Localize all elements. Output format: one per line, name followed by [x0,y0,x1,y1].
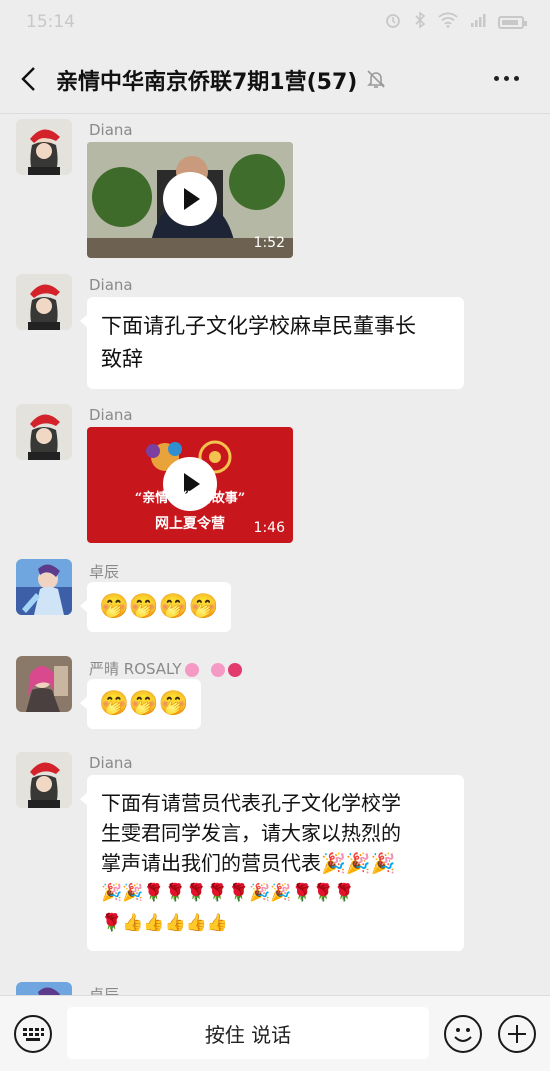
sender-name: Diana [89,121,133,139]
more-functions-button[interactable] [498,1015,536,1053]
chat-area[interactable]: Diana 1:52 Diana 下面请孔子文化学校麻卓民董事长 致辞 Dian… [0,115,550,995]
sender-name: Diana [89,406,133,424]
avatar[interactable] [16,656,72,712]
emoji-laughing-icon: 🤭 [158,689,189,717]
emoji-laughing-icon: 🤭 [128,592,159,620]
message-text-line: 🌹👍👍👍👍👍 [101,913,229,933]
emoji-laughing-icon: 🤭 [188,592,219,620]
emoji-button[interactable] [444,1015,482,1053]
avatar[interactable] [16,274,72,330]
sender-name: 卓辰 [89,563,120,581]
chat-title: 亲情中华南京侨联7期1营(57) [56,70,358,95]
message-text-line: 下面有请营员代表孔子文化学校学 [101,791,401,815]
more-dot-icon [494,75,499,81]
video-banner-line: “亲情中华 讲故事” [134,491,246,506]
smiley-icon [454,1028,472,1042]
back-button[interactable] [14,62,44,96]
signal-icon [470,12,486,33]
more-dot-icon [504,75,509,81]
sender-name: 卓辰 [89,986,120,995]
video-message[interactable]: 1:52 [87,142,293,258]
bluetooth-icon [414,11,426,34]
play-icon[interactable] [163,172,217,226]
sender-name: Diana [89,276,133,294]
wifi-icon [438,12,458,33]
input-bar: 按住 说话 [0,995,550,1071]
avatar[interactable] [16,752,72,808]
emoji-laughing-icon: 🤭 [128,689,159,717]
more-options-button[interactable] [494,66,526,90]
status-bar: 15:14 [0,0,550,44]
mute-icon [365,68,387,90]
message-text-line: 生雯君同学发言，请大家以热烈的 [101,821,401,845]
message-text-line: 掌声请出我们的营员代表🎉🎉🎉 [101,851,396,875]
alarm-icon [384,11,402,34]
flower-icon [184,662,199,677]
video-duration: 1:46 [253,520,285,536]
sender-name: 严晴 ROSALY [89,658,243,679]
text-bubble[interactable]: 下面有请营员代表孔子文化学校学 生雯君同学发言，请大家以热烈的 掌声请出我们的营… [80,775,464,951]
keyboard-icon [23,1028,44,1041]
chevron-left-icon [21,67,35,91]
message-text-line: 下面请孔子文化学校麻卓民董事长 [101,314,416,338]
status-icons [384,11,527,34]
message-text-line: 🎉🎉🌹🌹🌹🌹🌹🎉🎉🌹🌹🌹 [101,883,356,903]
avatar[interactable] [16,559,72,615]
avatar[interactable] [16,404,72,460]
video-message[interactable]: “亲情中华 讲故事” 网上夏令营 1:46 [87,427,293,543]
more-dot-icon [514,75,519,81]
emoji-bubble[interactable]: 🤭🤭🤭 [80,679,201,729]
status-time: 15:14 [26,12,75,32]
video-duration: 1:52 [253,235,285,251]
chat-header: 亲情中华南京侨联7期1营(57) [0,44,550,114]
emoji-laughing-icon: 🤭 [99,592,129,620]
emoji-laughing-icon: 🤭 [158,592,189,620]
emoji-bubble[interactable]: 🤭🤭🤭🤭 [80,582,231,632]
flower-icon [228,662,243,677]
emoji-laughing-icon: 🤭 [99,689,129,717]
battery-icon [498,16,527,29]
sender-name: Diana [89,754,133,772]
avatar[interactable] [16,119,72,175]
text-bubble[interactable]: 下面请孔子文化学校麻卓民董事长 致辞 [80,297,464,389]
sender-name-text: 严晴 ROSALY [89,660,182,678]
keyboard-toggle-button[interactable] [14,1015,52,1053]
flower-icon [211,662,226,677]
hold-to-talk-button[interactable]: 按住 说话 [67,1007,429,1059]
message-text-line: 致辞 [101,347,143,371]
avatar[interactable] [16,982,72,995]
